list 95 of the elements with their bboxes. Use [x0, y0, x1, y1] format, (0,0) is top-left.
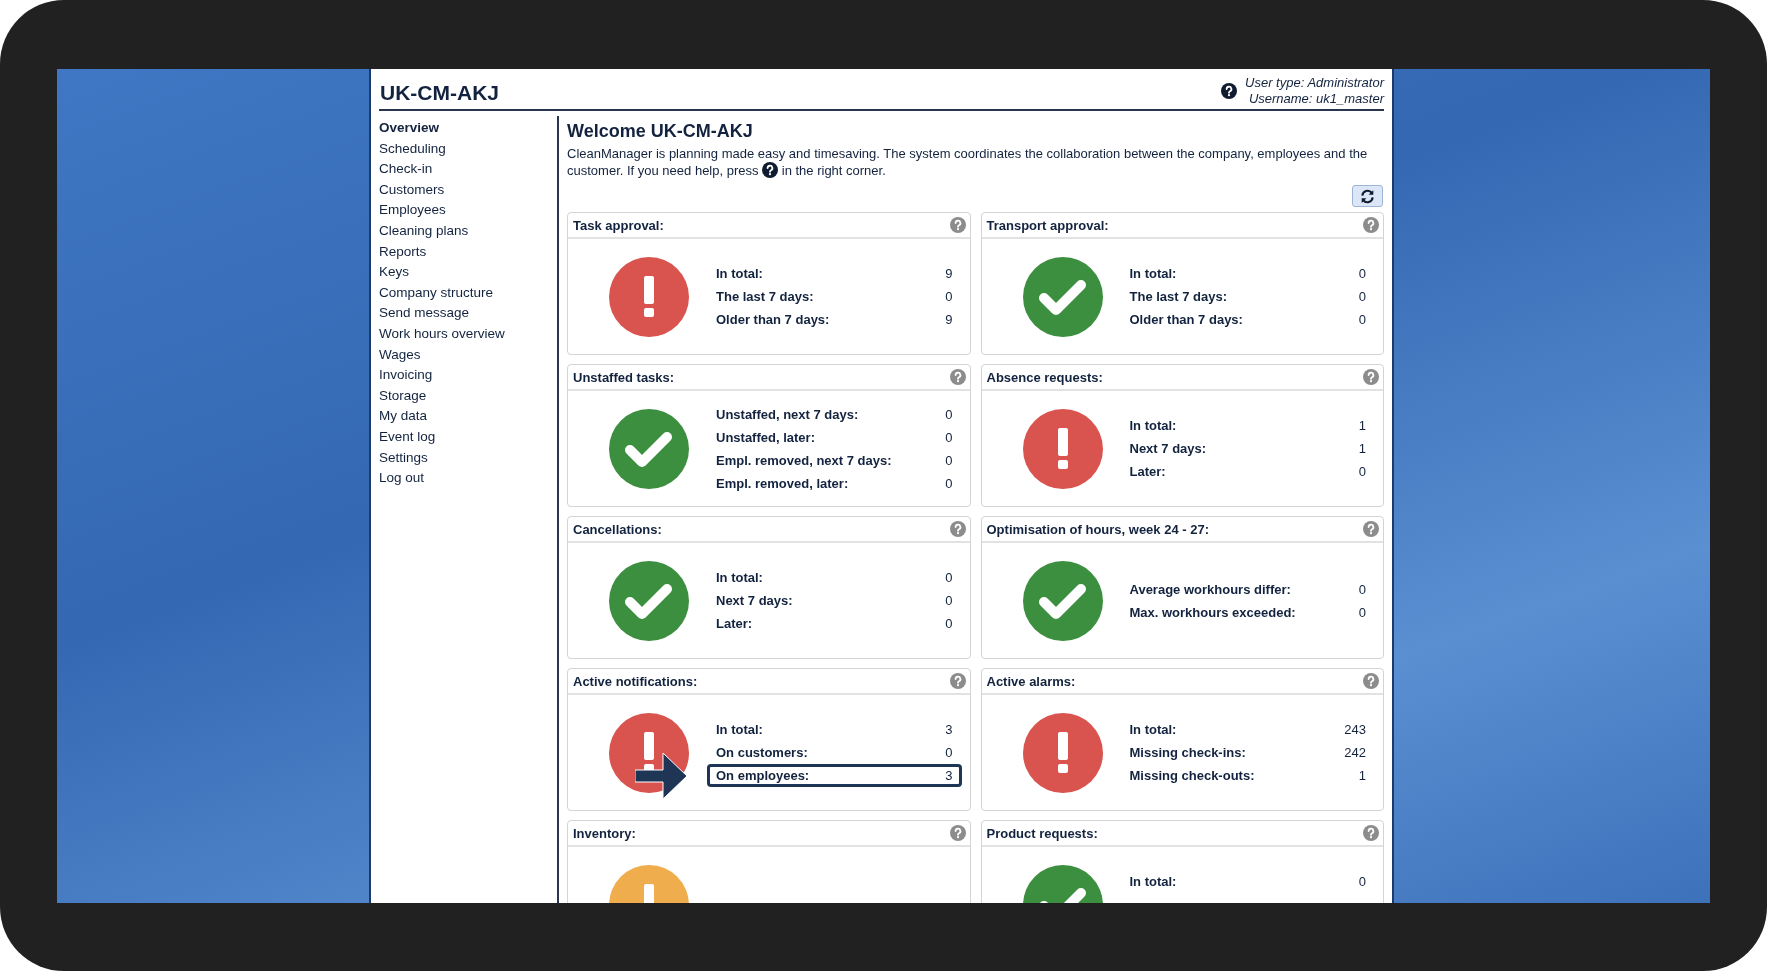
sidebar-item[interactable]: Scheduling — [379, 138, 446, 160]
card-title: Task approval: — [573, 217, 664, 233]
stat-value: 0 — [945, 570, 953, 585]
stat-value: 0 — [1358, 289, 1366, 304]
stat-value: 0 — [1358, 604, 1366, 620]
stat-value: 0 — [945, 429, 953, 445]
stat-label: Average workhours differ: — [1129, 581, 1291, 597]
exclamation-circle-icon — [1022, 408, 1103, 489]
stat-value: 0 — [945, 593, 953, 608]
stat-label: Empl. removed, next 7 days: — [716, 452, 892, 468]
sidebar-item[interactable]: Cleaning plans — [379, 220, 469, 242]
card-title: Optimisation of hours, week 24 - 27: — [986, 521, 1209, 537]
card-title: Active alarms: — [986, 673, 1076, 689]
stat-label: Missing check-outs: — [1129, 768, 1255, 783]
stat-value: 243 — [1344, 722, 1366, 737]
stat-label: Later: — [1129, 464, 1166, 479]
sidebar-item[interactable]: My data — [379, 406, 428, 427]
help-icon[interactable] — [1221, 83, 1238, 99]
exclamation-circle-icon — [609, 256, 689, 337]
stat-value: 0 — [1358, 581, 1366, 597]
stat-label: Unstaffed, next 7 days: — [716, 406, 859, 422]
sidebar-item[interactable]: Reports — [379, 241, 427, 263]
sidebar-item[interactable]: Event log — [379, 426, 436, 448]
stat-label: Max. workhours exceeded: — [1129, 604, 1296, 620]
stat-label: Older than 7 days: — [1129, 312, 1243, 327]
stat-value: 0 — [945, 452, 953, 468]
stat-value: 0 — [1358, 266, 1366, 281]
stat-value: 0 — [1358, 464, 1366, 479]
card-title: Unstaffed tasks: — [573, 369, 675, 385]
stat-label: The last 7 days: — [716, 289, 814, 304]
sidebar-item[interactable]: Work hours overview — [379, 323, 505, 345]
sidebar-item[interactable]: Customers — [379, 179, 445, 201]
sidebar-item[interactable]: Send message — [379, 303, 470, 324]
stat-value: 0 — [945, 406, 953, 422]
stat-label: Older than 7 days: — [716, 312, 830, 327]
window-title: UK-CM-AKJ — [379, 81, 499, 106]
username: Username: uk1_master — [1248, 91, 1384, 107]
sidebar-item[interactable]: Invoicing — [379, 365, 433, 386]
stat-label: Unstaffed, later: — [716, 429, 815, 445]
sidebar-item[interactable]: Check-in — [379, 159, 433, 180]
stat-label: In total: — [1129, 266, 1177, 281]
sidebar-item[interactable]: Storage — [379, 385, 427, 407]
stat-label: Empl. removed, later: — [716, 475, 849, 491]
stat-value: 0 — [1358, 312, 1366, 327]
stat-value: 1 — [1358, 768, 1366, 783]
stat-label: The last 7 days: — [1129, 289, 1228, 304]
stat-label: In total: — [716, 722, 763, 737]
card-title: Product requests: — [986, 825, 1098, 841]
check-circle-icon — [609, 408, 689, 489]
sidebar-item[interactable]: Keys — [379, 262, 409, 283]
stat-value: 0 — [945, 616, 953, 631]
stat-value: 9 — [945, 266, 953, 281]
exclamation-circle-icon — [1022, 712, 1103, 793]
help-icon[interactable] — [762, 161, 779, 178]
card-title: Transport approval: — [986, 217, 1109, 233]
user-type: User type: Administrator — [1245, 75, 1384, 91]
sidebar-item[interactable]: Company structure — [379, 282, 494, 304]
stat-value: 1 — [1358, 441, 1366, 456]
card-title: Active notifications: — [573, 673, 698, 689]
card-title: Cancellations: — [573, 521, 662, 537]
check-circle-icon — [1022, 256, 1103, 337]
stat-label: In total: — [1129, 874, 1177, 889]
welcome-heading: Welcome UK-CM-AKJ — [567, 121, 754, 142]
refresh-button[interactable] — [1352, 185, 1383, 207]
check-circle-icon — [1022, 560, 1103, 641]
stat-value: 242 — [1344, 745, 1366, 760]
stat-label: Next 7 days: — [1129, 441, 1207, 456]
stat-label: Later: — [716, 616, 753, 631]
card-title: Inventory: — [573, 825, 636, 841]
refresh-icon — [1360, 188, 1375, 204]
stat-value: 1 — [1358, 418, 1366, 433]
sidebar-item[interactable]: Overview — [379, 118, 440, 139]
stat-label: In total: — [716, 266, 763, 281]
sidebar-item[interactable]: Wages — [379, 344, 421, 366]
stat-value: 0 — [945, 745, 953, 760]
stat-label: In total: — [716, 570, 763, 585]
check-circle-icon — [609, 560, 689, 641]
stat-value: 3 — [945, 768, 953, 783]
stat-value: 0 — [1358, 874, 1366, 889]
stat-value: 0 — [945, 289, 953, 304]
sidebar-item[interactable]: Settings — [379, 447, 428, 469]
stat-label: Next 7 days: — [716, 593, 793, 608]
stat-value: 0 — [945, 475, 953, 491]
stat-value: 9 — [945, 312, 953, 327]
stat-label: On employees: — [716, 768, 810, 783]
stat-label: In total: — [1129, 722, 1177, 737]
intro-text: CleanManager is planning made easy and timesaving. The system coordinates the collaboration between the company, employees and the customer. If you need help, press in the right corner. — [567, 146, 1369, 178]
stat-value: 3 — [945, 722, 953, 737]
stat-label: In total: — [1129, 418, 1177, 433]
card-title: Absence requests: — [986, 369, 1103, 385]
pointer-arrow-icon — [635, 752, 687, 799]
stat-label: On customers: — [716, 745, 808, 760]
stat-label: Missing check-ins: — [1129, 745, 1246, 760]
sidebar-item[interactable]: Log out — [379, 468, 425, 489]
sidebar-item[interactable]: Employees — [379, 200, 446, 221]
